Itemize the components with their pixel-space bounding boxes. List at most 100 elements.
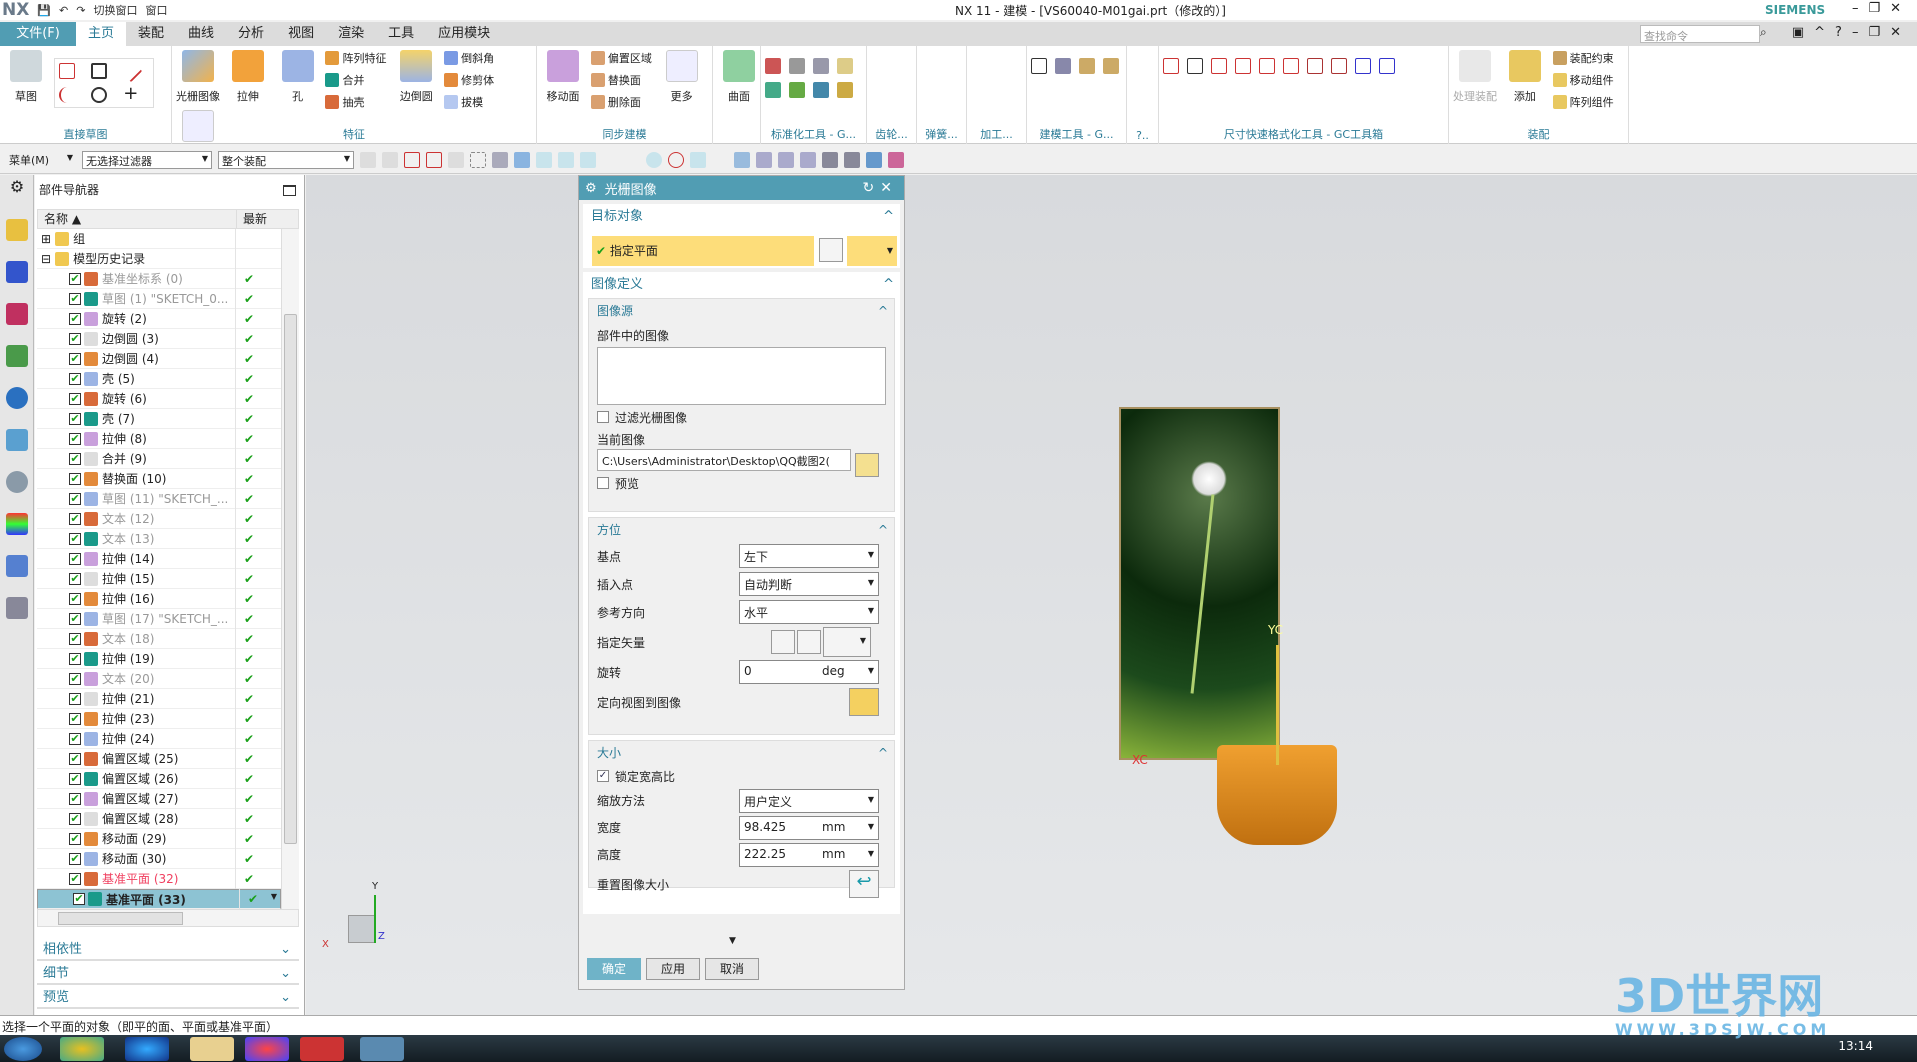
tool-icon[interactable]: [1031, 58, 1047, 74]
tree-row[interactable]: ✔ 拉伸 (19) ✔: [37, 648, 281, 669]
raster-image-preview[interactable]: [1119, 407, 1280, 760]
tool-icon[interactable]: [1211, 58, 1227, 74]
tool-icon[interactable]: [1355, 58, 1371, 74]
visibility-checkbox[interactable]: ✔: [69, 732, 81, 745]
profile-icon[interactable]: [58, 63, 75, 79]
tool-icon[interactable]: [1079, 58, 1095, 74]
info-icon[interactable]: [6, 387, 28, 409]
trim-body-button[interactable]: 修剪体: [444, 72, 494, 88]
column-latest[interactable]: 最新: [237, 210, 267, 228]
process-assembly-button[interactable]: 处理装配: [1453, 50, 1497, 104]
visibility-checkbox[interactable]: ✔: [69, 372, 81, 385]
tree-row[interactable]: ✔ 移动面 (29) ✔: [37, 828, 281, 849]
line-icon[interactable]: [119, 59, 143, 83]
tool-icon[interactable]: [765, 58, 781, 74]
part-navigator-icon[interactable]: [6, 303, 28, 325]
clock[interactable]: 13:14: [1838, 1039, 1873, 1053]
assembly-constraint-button[interactable]: 装配约束: [1552, 50, 1614, 66]
snap-icon[interactable]: [514, 151, 530, 168]
tree-row[interactable]: ✔ 文本 (13) ✔: [37, 528, 281, 549]
extrude-button[interactable]: 拉伸: [226, 50, 270, 104]
tree-row[interactable]: ✔ 替换面 (10) ✔: [37, 468, 281, 489]
switch-window-button[interactable]: 切换窗口: [93, 2, 137, 18]
visibility-checkbox[interactable]: ✔: [69, 752, 81, 765]
tool-icon[interactable]: [1331, 58, 1347, 74]
visibility-checkbox[interactable]: ✔: [69, 652, 81, 665]
tool-icon[interactable]: [837, 82, 853, 98]
snap-icon[interactable]: [492, 151, 508, 168]
expand-icon[interactable]: ⊟: [41, 252, 51, 266]
view-icon[interactable]: [778, 151, 794, 168]
snap-icon[interactable]: [580, 151, 596, 168]
nx-taskbar-app[interactable]: [360, 1037, 404, 1061]
lock-aspect-checkbox[interactable]: ✓ 锁定宽高比: [589, 765, 894, 787]
tree-row[interactable]: ✔ 合并 (9) ✔: [37, 448, 281, 469]
taskbar-app[interactable]: [245, 1037, 289, 1061]
command-search-input[interactable]: 查找命令: [1640, 25, 1760, 43]
visibility-checkbox[interactable]: ✔: [69, 492, 81, 505]
circle-icon[interactable]: [90, 87, 107, 103]
snap-icon[interactable]: [624, 152, 640, 168]
explorer-icon[interactable]: [190, 1037, 234, 1061]
chamfer-button[interactable]: 倒斜角: [444, 50, 494, 66]
tree-row[interactable]: ✔ 草图 (11) "SKETCH_... ✔: [37, 488, 281, 509]
tool-icon[interactable]: [1103, 58, 1119, 74]
tool-icon[interactable]: [6, 555, 28, 577]
visibility-checkbox[interactable]: ✔: [69, 872, 81, 885]
edge-blend-button[interactable]: 边倒圆: [394, 50, 438, 104]
point-icon[interactable]: +: [123, 85, 139, 103]
tree-row[interactable]: ✔ 基准坐标系 (0) ✔: [37, 268, 281, 289]
height-input[interactable]: 222.25 mm: [739, 842, 879, 867]
move-face-button[interactable]: 移动面: [541, 50, 585, 104]
reset-close-icons[interactable]: ↻✕: [863, 180, 898, 196]
tree-row[interactable]: ✔ 旋转 (2) ✔: [37, 308, 281, 329]
tab-render[interactable]: 渲染: [326, 22, 376, 46]
snap-icon[interactable]: [404, 151, 420, 168]
tool-icon[interactable]: [813, 58, 829, 74]
expand-icon[interactable]: ⊞: [41, 232, 51, 246]
plane-type-dropdown[interactable]: ▼: [847, 236, 897, 266]
tab-analysis[interactable]: 分析: [226, 22, 276, 46]
tool-icon[interactable]: [1307, 58, 1323, 74]
rotation-input[interactable]: 0 deg: [739, 660, 879, 684]
orient-view-button[interactable]: [849, 688, 879, 716]
visibility-checkbox[interactable]: ✔: [69, 612, 81, 625]
tool-icon[interactable]: [765, 82, 781, 98]
visibility-checkbox[interactable]: ✔: [73, 893, 85, 905]
view-icon[interactable]: [756, 151, 772, 168]
undo-icon[interactable]: ↶: [59, 4, 68, 17]
tree-row[interactable]: ⊞ 组: [37, 229, 281, 249]
column-name[interactable]: 名称 ▲: [38, 210, 237, 228]
ok-button[interactable]: 确定: [587, 958, 641, 980]
preview-checkbox[interactable]: 预览: [589, 471, 894, 495]
tree-row[interactable]: ✔ 拉伸 (14) ✔: [37, 548, 281, 569]
pattern-feature-button[interactable]: 阵列特征: [325, 50, 386, 66]
sketch-button[interactable]: 草图: [4, 50, 48, 104]
visibility-checkbox[interactable]: ✔: [69, 692, 81, 705]
snap-icon[interactable]: [426, 151, 442, 168]
tree-row[interactable]: ✔ 文本 (18) ✔: [37, 628, 281, 649]
view-icon[interactable]: [844, 151, 860, 168]
visibility-checkbox[interactable]: ✔: [69, 432, 81, 445]
panel-details[interactable]: 细节 ⌄: [37, 963, 299, 985]
menu-button[interactable]: 菜单(M): [6, 151, 76, 169]
base-point-dropdown[interactable]: 左下: [739, 544, 879, 568]
tree-row[interactable]: ✔ 基准平面 (33) ✔: [37, 889, 281, 909]
tree-row[interactable]: ✔ 偏置区域 (28) ✔: [37, 808, 281, 829]
snap-icon[interactable]: [360, 151, 376, 168]
tree-row[interactable]: ✔ 拉伸 (16) ✔: [37, 588, 281, 609]
tree-row[interactable]: ✔ 文本 (20) ✔: [37, 668, 281, 689]
snap-icon[interactable]: [470, 151, 486, 168]
rectangle-icon[interactable]: [90, 63, 107, 79]
tool-icon[interactable]: [1055, 58, 1071, 74]
horizontal-scrollbar[interactable]: [37, 909, 299, 927]
tab-home[interactable]: 主页: [76, 22, 127, 46]
tool-icon[interactable]: [1235, 58, 1251, 74]
snap-icon[interactable]: [382, 151, 398, 168]
view-icon[interactable]: [800, 151, 816, 168]
snap-icon[interactable]: [602, 152, 618, 168]
scrollbar-thumb[interactable]: [284, 314, 297, 844]
checkbox[interactable]: [597, 411, 609, 423]
current-image-path-input[interactable]: C:\Users\Administrator\Desktop\QQ截图2(: [597, 449, 851, 471]
tree-row[interactable]: ✔ 边倒圆 (4) ✔: [37, 348, 281, 369]
